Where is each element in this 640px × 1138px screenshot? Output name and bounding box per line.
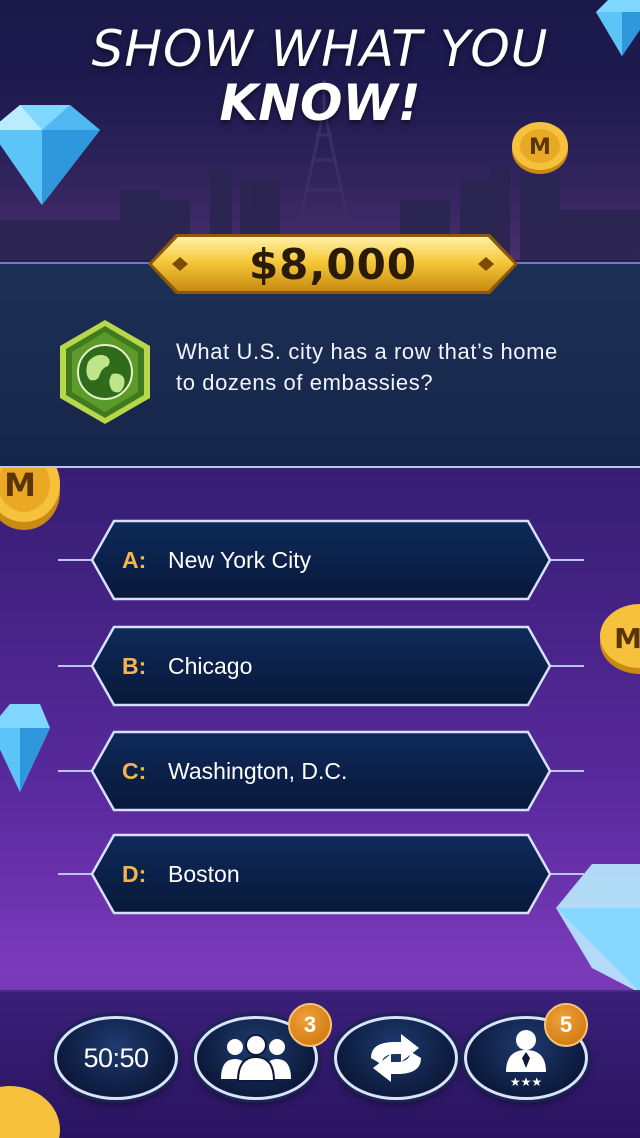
coin-icon: M <box>600 604 640 674</box>
answer-letter: B: <box>122 653 147 679</box>
diamond-icon <box>596 0 640 56</box>
svg-text:★★★: ★★★ <box>510 1075 542 1088</box>
prize-amount: $8,000 <box>248 239 418 289</box>
answer-option-b[interactable]: B: Chicago <box>58 624 584 708</box>
lifeline-fifty-fifty-button[interactable]: 50:50 <box>54 1016 178 1100</box>
answer-option-c[interactable]: C: Washington, D.C. <box>58 729 584 813</box>
fifty-fifty-label: 50:50 <box>83 1042 149 1073</box>
audience-icon <box>221 1034 291 1082</box>
expert-icon: ★★★ <box>506 1030 546 1088</box>
coin-icon <box>0 1086 60 1138</box>
lifeline-switch-question-button[interactable] <box>334 1016 458 1100</box>
answer-text: Chicago <box>168 653 253 679</box>
answer-text: Boston <box>168 861 240 887</box>
answer-letter: C: <box>122 758 147 784</box>
svg-text:M: M <box>614 622 640 655</box>
answer-option-d[interactable]: D: Boston <box>58 832 584 916</box>
swap-arrows-icon <box>371 1034 421 1082</box>
question-text: What U.S. city has a row that’s home to … <box>176 339 558 395</box>
diamond-icon <box>0 105 100 205</box>
svg-text:M: M <box>529 135 551 160</box>
answer-letter: D: <box>122 861 147 887</box>
answer-text: New York City <box>168 547 312 573</box>
answer-option-a[interactable]: A: New York City <box>58 518 584 602</box>
diamond-icon <box>0 704 50 792</box>
coin-icon: M <box>512 122 568 174</box>
answer-letter: A: <box>122 547 147 573</box>
headline-line1: SHOW WHAT YOU <box>91 20 549 78</box>
svg-text:M: M <box>4 466 36 504</box>
answer-text: Washington, D.C. <box>168 758 348 784</box>
ask-expert-count-badge: 5 <box>544 1003 588 1047</box>
globe-icon <box>60 320 150 424</box>
ask-audience-count-badge: 3 <box>288 1003 332 1047</box>
